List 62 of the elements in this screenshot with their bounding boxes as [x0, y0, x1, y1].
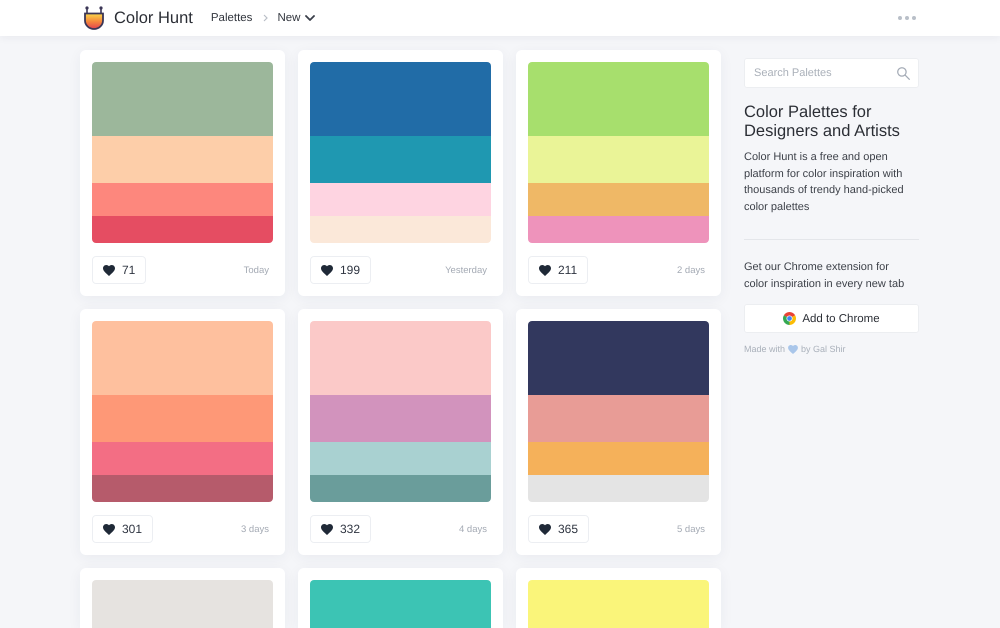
- search-field[interactable]: Search Palettes: [744, 58, 919, 88]
- date-label: 4 days: [459, 524, 488, 534]
- color-stripe[interactable]: [528, 395, 709, 442]
- credit-text: Made with: [744, 344, 786, 354]
- intro-text: Color Hunt is a free and open platform for color inspiration with thousands of trendy hand-picked color palettes: [744, 150, 905, 214]
- credit-text: by Gal Shir: [801, 344, 846, 354]
- color-stripe[interactable]: [92, 475, 273, 502]
- color-stripe[interactable]: [92, 395, 273, 442]
- chevron-down-icon: [305, 14, 316, 22]
- like-button[interactable]: 332: [310, 515, 372, 543]
- color-stripe[interactable]: [528, 183, 709, 216]
- color-stripe[interactable]: [310, 321, 491, 395]
- color-stripe[interactable]: [528, 442, 709, 475]
- site-title-link[interactable]: Color Hunt: [114, 8, 193, 28]
- heart-icon: [321, 264, 333, 276]
- chrome-logo-icon: [783, 312, 796, 325]
- like-button[interactable]: 199: [310, 256, 372, 284]
- breadcrumb-link[interactable]: Palettes: [210, 12, 252, 24]
- color-stripe[interactable]: [92, 62, 273, 136]
- date-label: 2 days: [677, 264, 706, 276]
- like-button[interactable]: 211: [528, 256, 588, 284]
- color-stripe[interactable]: [92, 136, 273, 183]
- like-button[interactable]: 301: [92, 515, 154, 543]
- heart-icon: [103, 264, 115, 276]
- color-stripe[interactable]: [528, 580, 709, 628]
- add-to-chrome-button[interactable]: Add to Chrome: [744, 304, 919, 333]
- color-stripe[interactable]: [310, 183, 491, 216]
- heart-icon: [539, 524, 551, 534]
- color-stripe[interactable]: [528, 475, 709, 502]
- color-stripe[interactable]: [92, 442, 273, 475]
- color-stripe[interactable]: [310, 216, 491, 243]
- color-stripe[interactable]: [528, 62, 709, 136]
- extension-text: Get our Chrome extension for color inspiration in every new tab: [744, 260, 906, 292]
- color-stripe[interactable]: [528, 136, 709, 183]
- chevron-right-icon: [263, 14, 268, 22]
- date-label: Yesterday: [445, 264, 488, 276]
- like-button[interactable]: 71: [92, 256, 146, 284]
- more-icon[interactable]: [898, 16, 916, 20]
- search-icon[interactable]: [897, 66, 910, 80]
- color-stripe[interactable]: [310, 62, 491, 136]
- heart-icon: [788, 344, 798, 354]
- heart-icon: [539, 264, 551, 276]
- color-stripe[interactable]: [310, 475, 491, 502]
- heart-icon: [321, 524, 333, 534]
- color-stripe[interactable]: [92, 183, 273, 216]
- color-stripe[interactable]: [310, 136, 491, 183]
- like-button[interactable]: 365: [528, 515, 590, 543]
- color-stripe[interactable]: [310, 442, 491, 475]
- color-stripe[interactable]: [92, 580, 273, 628]
- color-stripe[interactable]: [92, 321, 273, 395]
- heart-icon: [103, 524, 115, 534]
- color-stripe[interactable]: [310, 395, 491, 442]
- sort-dropdown[interactable]: New: [277, 12, 316, 24]
- sidebar-heading: Color Palettes for Designers and Artists: [744, 103, 901, 141]
- date-label: Today: [244, 264, 270, 276]
- date-label: 3 days: [241, 524, 270, 534]
- color-stripe[interactable]: [528, 216, 709, 243]
- color-stripe[interactable]: [310, 580, 491, 628]
- color-stripe[interactable]: [92, 216, 273, 243]
- color-stripe[interactable]: [528, 321, 709, 395]
- date-label: 5 days: [677, 524, 706, 534]
- logo-icon[interactable]: [83, 6, 105, 30]
